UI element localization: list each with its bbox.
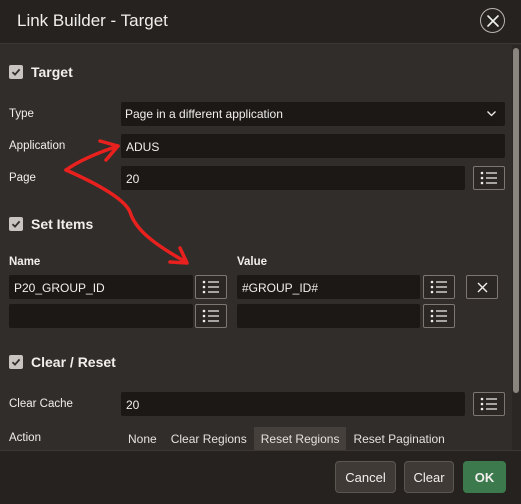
application-input[interactable]: ADUS (121, 134, 505, 158)
name-column-header: Name (9, 256, 41, 268)
section-target-title: Target (31, 64, 73, 80)
item-value-input[interactable]: #GROUP_ID# (237, 275, 420, 299)
action-label: Action (9, 432, 41, 444)
item-value-list-button[interactable] (423, 304, 455, 328)
chevron-down-icon (487, 111, 496, 117)
close-icon (486, 14, 499, 27)
clear-cache-list-button[interactable] (473, 392, 505, 416)
dialog-title: Link Builder - Target (17, 11, 168, 30)
type-select-value: Page in a different application (125, 107, 283, 121)
section-target-checkbox[interactable] (9, 65, 23, 79)
close-button[interactable] (480, 8, 505, 33)
list-icon (430, 280, 447, 294)
checkmark-icon (11, 220, 21, 228)
close-icon (477, 282, 487, 292)
action-option-none[interactable]: None (121, 427, 164, 450)
type-label: Type (9, 108, 34, 120)
list-icon (202, 309, 219, 323)
action-option-reset-regions[interactable]: Reset Regions (253, 427, 347, 450)
clear-cache-label: Clear Cache (9, 398, 73, 410)
section-target-header[interactable]: Target (9, 61, 73, 83)
scrollbar-thumb[interactable] (513, 48, 519, 393)
vertical-scrollbar[interactable] (512, 45, 521, 450)
item-name-input[interactable] (9, 304, 193, 328)
item-value-input[interactable] (237, 304, 420, 328)
value-column-header: Value (237, 256, 268, 268)
action-option-reset-pagination[interactable]: Reset Pagination (346, 427, 451, 450)
section-clear-reset-header[interactable]: Clear / Reset (9, 351, 116, 373)
dialog-body: Target Type Page in a different applicat… (0, 45, 512, 450)
type-select[interactable]: Page in a different application (121, 102, 505, 126)
section-clear-reset-title: Clear / Reset (31, 354, 116, 370)
action-radio-group: None Clear Regions Reset Regions Reset P… (121, 427, 452, 450)
list-icon (430, 309, 447, 323)
application-label: Application (9, 140, 66, 152)
section-set-items-header[interactable]: Set Items (9, 213, 93, 235)
item-name-input[interactable]: P20_GROUP_ID (9, 275, 193, 299)
page-label: Page (9, 172, 36, 184)
page-input[interactable]: 20 (121, 166, 465, 190)
dialog-footer: Cancel Clear OK (0, 450, 521, 504)
dialog-titlebar: Link Builder - Target (0, 0, 521, 44)
clear-cache-input[interactable]: 20 (121, 392, 465, 416)
item-name-list-button[interactable] (195, 304, 227, 328)
checkmark-icon (11, 358, 21, 366)
item-name-list-button[interactable] (195, 275, 227, 299)
list-icon (480, 397, 497, 411)
action-option-clear-regions[interactable]: Clear Regions (164, 427, 254, 450)
list-icon (480, 171, 497, 185)
item-value-list-button[interactable] (423, 275, 455, 299)
clear-button[interactable]: Clear (404, 461, 454, 493)
remove-item-button[interactable] (466, 275, 498, 299)
section-clear-reset-checkbox[interactable] (9, 355, 23, 369)
section-set-items-title: Set Items (31, 216, 94, 232)
section-set-items-checkbox[interactable] (9, 217, 23, 231)
checkmark-icon (11, 68, 21, 76)
list-icon (202, 280, 219, 294)
cancel-button[interactable]: Cancel (335, 461, 396, 493)
page-list-button[interactable] (473, 166, 505, 190)
ok-button[interactable]: OK (463, 461, 506, 493)
